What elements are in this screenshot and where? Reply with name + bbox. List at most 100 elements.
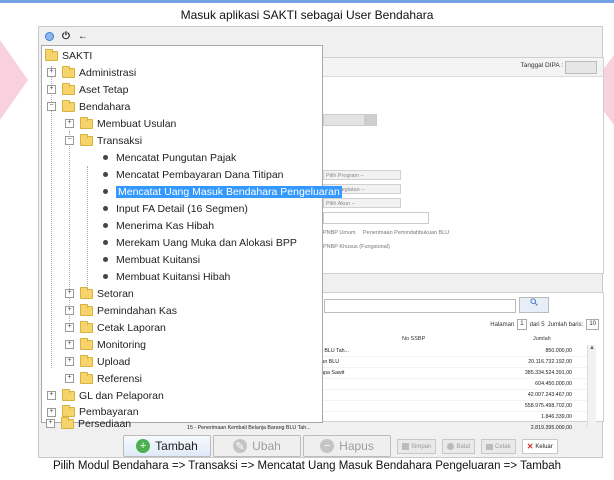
halaman-label: Halaman [490, 321, 515, 328]
decorative-triangle-left [0, 40, 28, 120]
expand-icon[interactable]: + [47, 408, 56, 417]
bullet-icon [103, 257, 108, 262]
expand-icon[interactable]: + [46, 419, 55, 428]
tree-item-monitoring[interactable]: Monitoring [80, 336, 146, 353]
tanggal-dipa-field[interactable] [565, 61, 597, 74]
search-input[interactable] [324, 299, 516, 313]
folder-icon [80, 286, 93, 299]
page-number-input[interactable]: 1 [517, 319, 527, 330]
tree-item-transaksi[interactable]: Transaksi [80, 132, 142, 149]
tree-item-mencatat-pungutan-pajak[interactable]: Mencatat Pungutan Pajak [103, 149, 236, 166]
option-pnbp-umum[interactable]: PNBP Umum [323, 230, 356, 236]
cetak-button[interactable]: Cetak [481, 439, 516, 454]
folder-icon [80, 303, 93, 316]
akun-detail-field[interactable] [323, 212, 429, 224]
bullet-icon [103, 189, 108, 194]
bullet-icon [103, 274, 108, 279]
tree-item-referensi[interactable]: Referensi [80, 370, 142, 387]
add-icon: + [136, 439, 151, 453]
exit-icon[interactable]: ← [77, 30, 89, 42]
search-button[interactable] [519, 297, 549, 313]
close-icon: ✕ [526, 442, 534, 451]
tree-item-input-fa-detail[interactable]: Input FA Detail (16 Segmen) [103, 200, 248, 217]
bullet-icon [103, 155, 108, 160]
rows-per-page-select[interactable]: 10 [586, 319, 599, 330]
caption-top: Masuk aplikasi SAKTI sebagai User Bendah… [180, 8, 434, 22]
simpan-button[interactable]: Simpan [397, 439, 437, 454]
table-scrollbar[interactable]: ▲ [587, 345, 596, 427]
tree-item-administrasi[interactable]: Administrasi [62, 64, 136, 81]
folder-icon [62, 388, 75, 401]
keluar-button[interactable]: ✕ Keluar [521, 439, 558, 454]
tree-item-pemindahan-kas[interactable]: Pemindahan Kas [80, 302, 177, 319]
column-header-no-ssbp: No SSBP [402, 336, 426, 342]
power-icon[interactable]: ⏻ [60, 30, 72, 42]
folder-icon [62, 65, 75, 78]
sakti-window: ⏻ ← Tanggal DIPA : Pilih Program -- Pili… [38, 26, 604, 459]
expand-icon[interactable]: + [65, 357, 74, 366]
expand-icon[interactable]: + [47, 85, 56, 94]
folder-icon [62, 82, 75, 95]
tree-item-mencatat-uang-masuk-bendahara-pengeluaran[interactable]: Mencatat Uang Masuk Bendahara Pengeluara… [103, 183, 342, 200]
tree-root-sakti[interactable]: SAKTI [45, 47, 92, 64]
tree-item-merekam-uang-muka[interactable]: Merekam Uang Muka dan Alokasi BPP [103, 234, 297, 251]
expand-icon[interactable]: + [65, 374, 74, 383]
folder-icon [80, 371, 93, 384]
save-icon [402, 443, 409, 450]
caption-bottom: Pilih Modul Bendahara => Transaksi => Me… [52, 460, 562, 472]
module-tree: SAKTI + Administrasi + Aset Tetap − Bend… [41, 45, 342, 423]
tanggal-dipa-label: Tanggal DIPA : [520, 62, 563, 69]
form-header-bar: Tanggal DIPA : [321, 58, 603, 77]
bullet-icon [103, 206, 108, 211]
option-penerimaan-pemindahbukuan-blu[interactable]: Penerimaan Pemindahbukuan BLU [363, 230, 449, 236]
tree-item-mencatat-pembayaran-dana-titipan[interactable]: Mencatat Pembayaran Dana Titipan [103, 166, 284, 183]
expand-icon[interactable]: + [65, 340, 74, 349]
secondary-action-bar: Simpan Batal Cetak ✕ Keluar [397, 439, 558, 454]
tree-item-cetak-laporan[interactable]: Cetak Laporan [80, 319, 166, 336]
pagination: Halaman 1 dari 5 Jumlah baris: 10 [490, 319, 599, 330]
ubah-button[interactable]: ✎ Ubah [213, 435, 301, 457]
search-icon [530, 298, 538, 306]
expand-icon[interactable]: + [65, 289, 74, 298]
tree-item-upload[interactable]: Upload [80, 353, 130, 370]
expand-icon[interactable]: + [47, 68, 56, 77]
program-combo[interactable]: Pilih Program -- [323, 170, 401, 180]
tree-item-membuat-kuitansi-hibah[interactable]: Membuat Kuitansi Hibah [103, 268, 230, 285]
pencil-icon: ✎ [233, 439, 248, 453]
hapus-button[interactable]: − Hapus [303, 435, 391, 457]
kode-lookup-button[interactable] [365, 114, 377, 126]
printer-icon [486, 443, 494, 450]
tree-item-gl-dan-pelaporan[interactable]: GL dan Pelaporan [62, 387, 164, 404]
tree-item-bendahara[interactable]: Bendahara [62, 98, 130, 115]
folder-icon [80, 116, 93, 129]
tree-item-membuat-usulan[interactable]: Membuat Usulan [80, 115, 176, 132]
column-header-jumlah: Jumlah [533, 336, 551, 342]
collapse-icon[interactable]: − [65, 136, 74, 145]
expand-icon[interactable]: + [65, 323, 74, 332]
expand-icon[interactable]: + [65, 119, 74, 128]
folder-icon [80, 133, 93, 146]
collapse-icon[interactable]: − [47, 102, 56, 111]
action-bar: + Tambah ✎ Ubah − Hapus [123, 433, 393, 459]
tree-item-persediaan[interactable]: Persediaan [61, 415, 131, 432]
expand-icon[interactable]: + [47, 391, 56, 400]
batal-button[interactable]: Batal [442, 439, 476, 454]
scroll-up-icon[interactable]: ▲ [588, 345, 596, 351]
option-pnbp-khusus[interactable]: PNBP Khusus (Fungsional) [323, 244, 390, 250]
tree-item-menerima-kas-hibah[interactable]: Menerima Kas Hibah [103, 217, 214, 234]
top-accent-line [0, 0, 614, 3]
tree-item-setoran[interactable]: Setoran [80, 285, 134, 302]
delete-icon: − [320, 439, 335, 453]
tree-item-membuat-kuitansi[interactable]: Membuat Kuitansi [103, 251, 200, 268]
expand-icon[interactable]: + [65, 306, 74, 315]
bullet-icon [103, 223, 108, 228]
page-total-label: dari 5 [529, 321, 545, 328]
folder-icon [62, 99, 75, 112]
folder-icon [80, 337, 93, 350]
kode-field[interactable] [323, 114, 365, 126]
rows-per-page-label: Jumlah baris: [547, 321, 584, 328]
pin-icon[interactable] [43, 30, 55, 42]
folder-icon [80, 354, 93, 367]
tambah-button[interactable]: + Tambah [123, 435, 211, 457]
tree-item-aset-tetap[interactable]: Aset Tetap [62, 81, 128, 98]
